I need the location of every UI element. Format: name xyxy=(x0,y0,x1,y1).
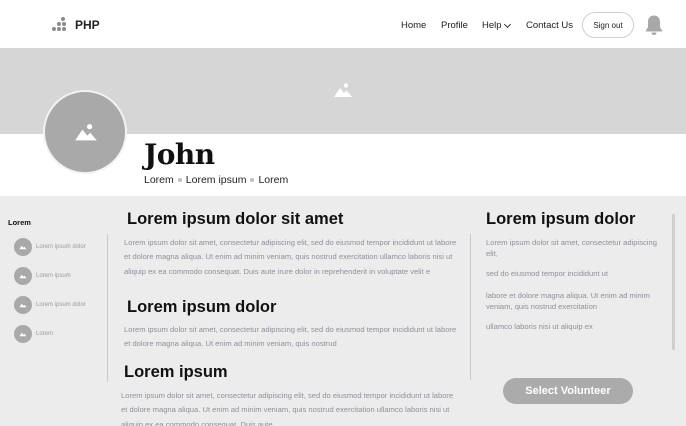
avatar-image-icon xyxy=(75,123,97,141)
sidebar-title: Lorem xyxy=(8,218,31,227)
section-body: Lorem ipsum dolor sit amet, consectetur … xyxy=(124,325,457,349)
sidebar-item[interactable]: Lorem xyxy=(14,325,53,343)
section-heading: Lorem ipsum xyxy=(124,363,228,381)
logo-dots-icon xyxy=(52,17,70,33)
section-body: Lorem ipsum dolor sit amet, consectetur … xyxy=(124,238,457,276)
sign-out-button[interactable]: Sign out xyxy=(582,12,634,38)
profile-meta-item: Lorem ipsum xyxy=(185,174,247,186)
profile-avatar[interactable] xyxy=(43,90,127,174)
sidebar-item-label: Lorem xyxy=(36,331,54,337)
section-heading: Lorem ipsum dolor sit amet xyxy=(127,210,344,228)
profile-name: John xyxy=(144,138,215,171)
image-placeholder-icon xyxy=(19,245,27,250)
nav-link-profile[interactable]: Profile xyxy=(441,20,468,31)
image-placeholder-icon xyxy=(19,332,27,337)
chevron-down-icon xyxy=(503,20,511,28)
image-placeholder-icon xyxy=(19,274,27,279)
top-navbar: PHP Home Profile Help Contact Us Sign ou… xyxy=(0,0,686,48)
select-volunteer-button[interactable]: Select Volunteer xyxy=(503,378,633,404)
right-panel-text: labore et dolore magna aliqua. Ut enim a… xyxy=(486,291,650,311)
nav-link-contact[interactable]: Contact Us xyxy=(526,20,573,31)
nav-link-help-label: Help xyxy=(482,20,502,31)
bell-icon[interactable] xyxy=(645,14,663,36)
nav-link-help[interactable]: Help xyxy=(482,20,511,31)
logo-text: PHP xyxy=(75,18,100,32)
right-panel-text: Lorem ipsum dolor sit amet, consectetur … xyxy=(486,238,657,258)
sidebar-divider xyxy=(107,234,108,382)
logo[interactable]: PHP xyxy=(52,17,100,33)
section-body: Lorem ipsum dolor sit amet, consectetur … xyxy=(121,391,454,426)
right-panel-scrollbar[interactable] xyxy=(672,214,675,350)
sidebar-item-icon xyxy=(14,325,32,343)
profile-meta-item: Lorem xyxy=(144,174,174,186)
right-panel-text: sed do eiusmod tempor incididunt ut xyxy=(486,269,608,278)
sidebar-item-label: Lorem ipsum dolor xyxy=(36,302,86,308)
right-panel-divider xyxy=(470,234,471,380)
sidebar-item-icon xyxy=(14,238,32,256)
image-placeholder-icon xyxy=(334,83,352,97)
separator-dot xyxy=(250,178,255,182)
right-panel-text: ullamco laboris nisi ut aliquip ex xyxy=(486,322,593,331)
sidebar-item[interactable]: Lorem ipsum dolor xyxy=(14,238,86,256)
sidebar-item-label: Lorem ipsum dolor xyxy=(36,244,86,250)
nav-link-home[interactable]: Home xyxy=(401,20,426,31)
sidebar-item-icon xyxy=(14,267,32,285)
profile-meta: Lorem Lorem ipsum Lorem xyxy=(144,174,288,186)
sidebar-item-icon xyxy=(14,296,32,314)
sidebar-item[interactable]: Lorem ipsum xyxy=(14,267,71,285)
sidebar-item[interactable]: Lorem ipsum dolor xyxy=(14,296,86,314)
section-heading: Lorem ipsum dolor xyxy=(127,298,277,316)
profile-meta-item: Lorem xyxy=(258,174,289,186)
sidebar-item-label: Lorem ipsum xyxy=(36,273,71,279)
right-panel-heading: Lorem ipsum dolor xyxy=(486,210,636,228)
image-placeholder-icon xyxy=(19,303,27,308)
separator-dot xyxy=(177,178,182,182)
